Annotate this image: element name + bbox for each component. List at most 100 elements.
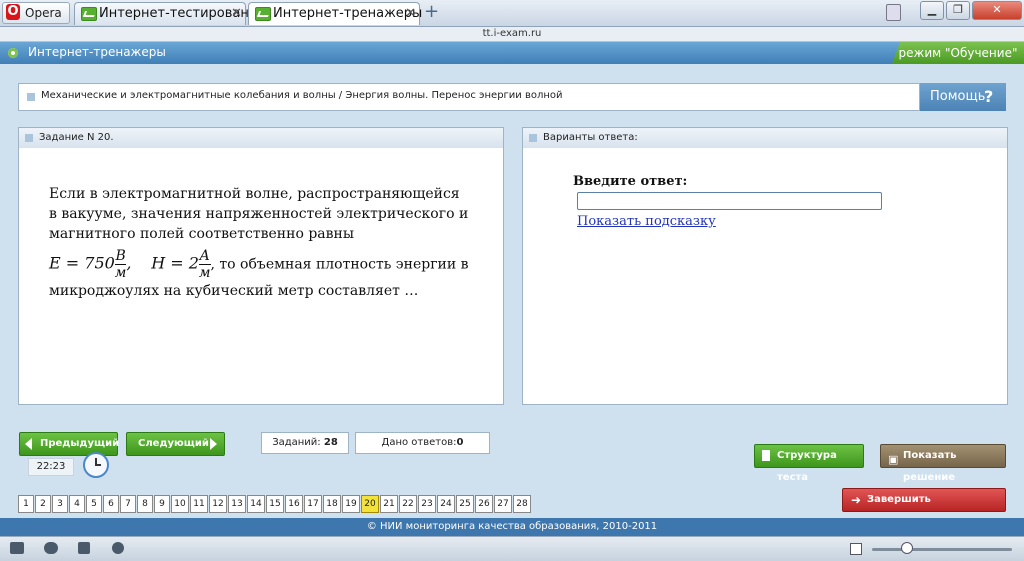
tasks-count-label: Заданий: [272,437,321,448]
browser-status-bar [0,536,1024,561]
page-button-14[interactable]: 14 [247,495,265,513]
panel-toggle-icon[interactable] [10,542,24,554]
page-button-19[interactable]: 19 [342,495,360,513]
test-structure-button[interactable]: Структура теста [754,444,864,483]
opera-menu-button[interactable]: O Opera [2,2,70,24]
next-label: Следующий [138,438,209,449]
bullet-icon [27,93,35,101]
question-intro: Если в электромагнитной волне, распростр… [49,186,469,242]
formula-h: H = 2 [151,253,199,273]
browser-tab-bar: O Opera Интернет-тестирование ✕ Интернет… [0,0,1024,27]
arrow-right-icon [210,438,217,450]
cloud-icon[interactable] [44,542,58,554]
page-button-27[interactable]: 27 [494,495,512,513]
fraction-h: Ам [198,248,211,281]
page-button-3[interactable]: 3 [52,495,68,513]
close-tab-icon[interactable]: ✕ [231,6,242,21]
document-icon [762,450,770,461]
help-label: Помощь [930,89,986,104]
page-button-4[interactable]: 4 [69,495,85,513]
page-button-12[interactable]: 12 [209,495,227,513]
answer-input[interactable] [577,192,882,210]
formula-e: E = 750 [49,253,115,273]
help-button[interactable]: Помощь ? [920,83,1006,111]
page-button-28[interactable]: 28 [513,495,531,513]
answer-panel: Варианты ответа: Введите ответ: Показать… [522,127,1008,405]
close-window-button[interactable]: ✕ [972,1,1022,20]
page-button-26[interactable]: 26 [475,495,493,513]
answered-count-box: Дано ответов:0 [355,432,490,454]
tab-internet-trainers[interactable]: Интернет-тренажеры ✕ [248,2,423,25]
copyright-footer: © НИИ мониторинга качества образования, … [0,518,1024,536]
zoom-slider[interactable] [872,548,1012,551]
answer-prompt: Введите ответ: [573,174,688,189]
clock-icon [83,452,109,478]
show-solution-label: Показать решение [903,450,957,483]
previous-button[interactable]: Предыдущий [19,432,120,456]
trash-icon[interactable] [886,4,901,21]
page-button-21[interactable]: 21 [380,495,398,513]
opera-menu-label: Opera [25,6,62,20]
answer-options-label: Варианты ответа: [543,132,638,143]
page-button-8[interactable]: 8 [137,495,153,513]
answered-count-label: Дано ответов: [381,437,457,448]
page-button-18[interactable]: 18 [323,495,341,513]
book-icon: ▣ [888,453,899,466]
page-button-20[interactable]: 20 [361,495,379,513]
opera-logo-icon: O [6,4,20,20]
page-button-24[interactable]: 24 [437,495,455,513]
mode-badge: режим "Обучение" [892,42,1024,64]
answered-count-value: 0 [456,437,464,448]
task-question: Если в электромагнитной волне, распростр… [49,184,469,301]
zoom-box-icon[interactable] [850,543,862,555]
address-bar[interactable]: tt.i-exam.ru [0,27,1024,42]
exit-runner-icon: ➜ [851,493,862,507]
page-button-9[interactable]: 9 [154,495,170,513]
breadcrumb: Механические и электромагнитные колебани… [18,83,920,111]
page-button-6[interactable]: 6 [103,495,119,513]
page-button-22[interactable]: 22 [399,495,417,513]
page-button-16[interactable]: 16 [285,495,303,513]
page-button-5[interactable]: 5 [86,495,102,513]
page-button-1[interactable]: 1 [18,495,34,513]
close-tab-icon[interactable]: ✕ [405,6,416,21]
answer-panel-header: Варианты ответа: [523,128,1007,148]
breadcrumb-text: Механические и электромагнитные колебани… [41,90,563,101]
next-button[interactable]: Следующий [126,432,225,456]
tasks-count-value: 28 [323,437,338,448]
test-structure-label: Структура теста [777,450,837,483]
task-panel: Задание N 20. Если в электромагнитной во… [18,127,504,405]
site-favicon-icon [255,7,271,21]
site-favicon-icon [81,7,97,21]
page-button-11[interactable]: 11 [190,495,208,513]
bullet-icon [529,134,537,142]
page-button-13[interactable]: 13 [228,495,246,513]
timer-display: 22:23 [28,458,74,476]
tab-title: Интернет-тренажеры [273,6,423,21]
page-button-17[interactable]: 17 [304,495,322,513]
speed-dial-icon[interactable] [112,542,124,554]
new-tab-button[interactable]: + [424,2,439,22]
page-button-2[interactable]: 2 [35,495,51,513]
restore-button[interactable]: ❐ [946,1,970,20]
app-title: Интернет-тренажеры [28,45,166,59]
zoom-slider-handle[interactable] [901,542,913,554]
minimize-button[interactable]: ▁ [920,1,944,20]
page-button-10[interactable]: 10 [171,495,189,513]
task-panel-header: Задание N 20. [19,128,503,148]
previous-label: Предыдущий [40,438,120,449]
page-button-7[interactable]: 7 [120,495,136,513]
tab-internet-testing[interactable]: Интернет-тестирование ✕ [74,2,265,25]
page-button-15[interactable]: 15 [266,495,284,513]
share-icon[interactable] [78,542,90,554]
show-solution-button[interactable]: ▣ Показать решение [880,444,1006,483]
page-button-25[interactable]: 25 [456,495,474,513]
task-number: Задание N 20. [39,132,114,143]
finish-testing-button[interactable]: ➜ Завершить тестирование [842,488,1006,527]
app-logo-icon [8,48,18,58]
bullet-icon [25,134,33,142]
tasks-count-box: Заданий: 28 [261,432,349,454]
arrow-left-icon [25,438,32,450]
page-button-23[interactable]: 23 [418,495,436,513]
show-hint-link[interactable]: Показать подсказку [577,214,716,229]
